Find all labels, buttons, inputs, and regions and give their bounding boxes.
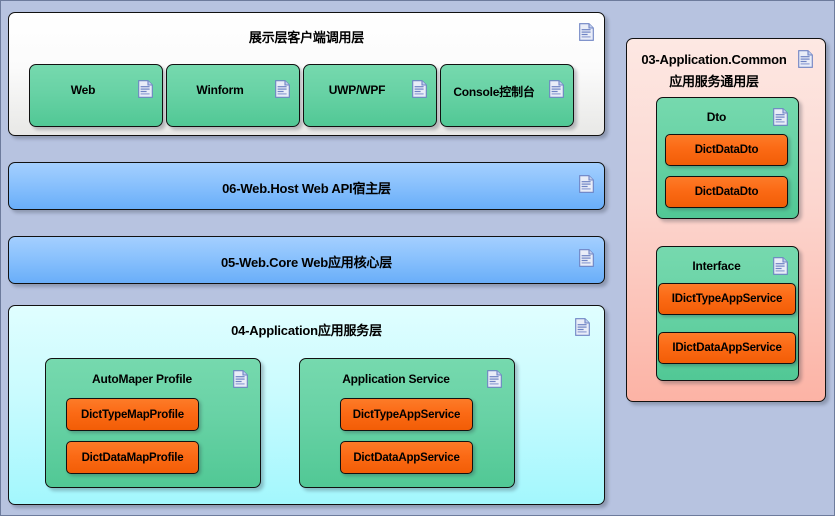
document-icon bbox=[275, 80, 290, 98]
chip-dicttypeappservice[interactable]: DictTypeAppService bbox=[340, 398, 473, 431]
chip-dictdatadto-1[interactable]: DictDataDto bbox=[665, 134, 788, 166]
group-application-service-title: Application Service bbox=[342, 372, 450, 386]
panel-web-core[interactable]: 05-Web.Core Web应用核心层 bbox=[8, 236, 605, 284]
group-dto-title: Dto bbox=[706, 110, 727, 124]
panel-web-core-title: 05-Web.Core Web应用核心层 bbox=[220, 255, 393, 270]
document-icon bbox=[579, 175, 594, 193]
chip-dictdatamapprofile[interactable]: DictDataMapProfile bbox=[66, 441, 199, 474]
diagram-canvas: 展示层客户端调用层 Web Winform UWP/WPF Console控制台… bbox=[0, 0, 835, 516]
document-icon bbox=[579, 249, 594, 267]
document-icon bbox=[798, 50, 813, 68]
node-console-title: Console控制台 bbox=[453, 85, 535, 99]
document-icon bbox=[138, 80, 153, 98]
document-icon bbox=[579, 23, 594, 41]
node-winform-title: Winform bbox=[196, 83, 244, 97]
document-icon bbox=[487, 370, 502, 388]
document-icon bbox=[412, 80, 427, 98]
node-web-title: Web bbox=[70, 83, 96, 97]
node-web[interactable]: Web bbox=[29, 64, 163, 127]
group-automaper-profile-title: AutoMaper Profile bbox=[92, 372, 192, 386]
node-uwp-wpf[interactable]: UWP/WPF bbox=[303, 64, 437, 127]
chip-idictdataappservice[interactable]: IDictDataAppService bbox=[658, 332, 796, 364]
panel-application-common-title-line2: 应用服务通用层 bbox=[669, 74, 759, 89]
panel-web-host-title: 06-Web.Host Web API宿主层 bbox=[222, 181, 391, 196]
chip-dictdatadto-2[interactable]: DictDataDto bbox=[665, 176, 788, 208]
node-console[interactable]: Console控制台 bbox=[440, 64, 574, 127]
node-uwp-wpf-title: UWP/WPF bbox=[328, 83, 386, 97]
node-winform[interactable]: Winform bbox=[166, 64, 300, 127]
panel-web-host[interactable]: 06-Web.Host Web API宿主层 bbox=[8, 162, 605, 210]
panel-application-title: 04-Application应用服务层 bbox=[231, 323, 382, 338]
chip-idicttypeappservice[interactable]: IDictTypeAppService bbox=[658, 283, 796, 315]
document-icon bbox=[575, 318, 590, 336]
document-icon bbox=[773, 257, 788, 275]
panel-application-common-title-line1: 03-Application.Common bbox=[641, 52, 787, 67]
panel-presentation-title: 展示层客户端调用层 bbox=[248, 30, 365, 45]
document-icon bbox=[233, 370, 248, 388]
group-interface-title: Interface bbox=[692, 259, 741, 273]
chip-dictdataappservice[interactable]: DictDataAppService bbox=[340, 441, 473, 474]
chip-dicttypemapprofile[interactable]: DictTypeMapProfile bbox=[66, 398, 199, 431]
document-icon bbox=[773, 108, 788, 126]
document-icon bbox=[549, 80, 564, 98]
